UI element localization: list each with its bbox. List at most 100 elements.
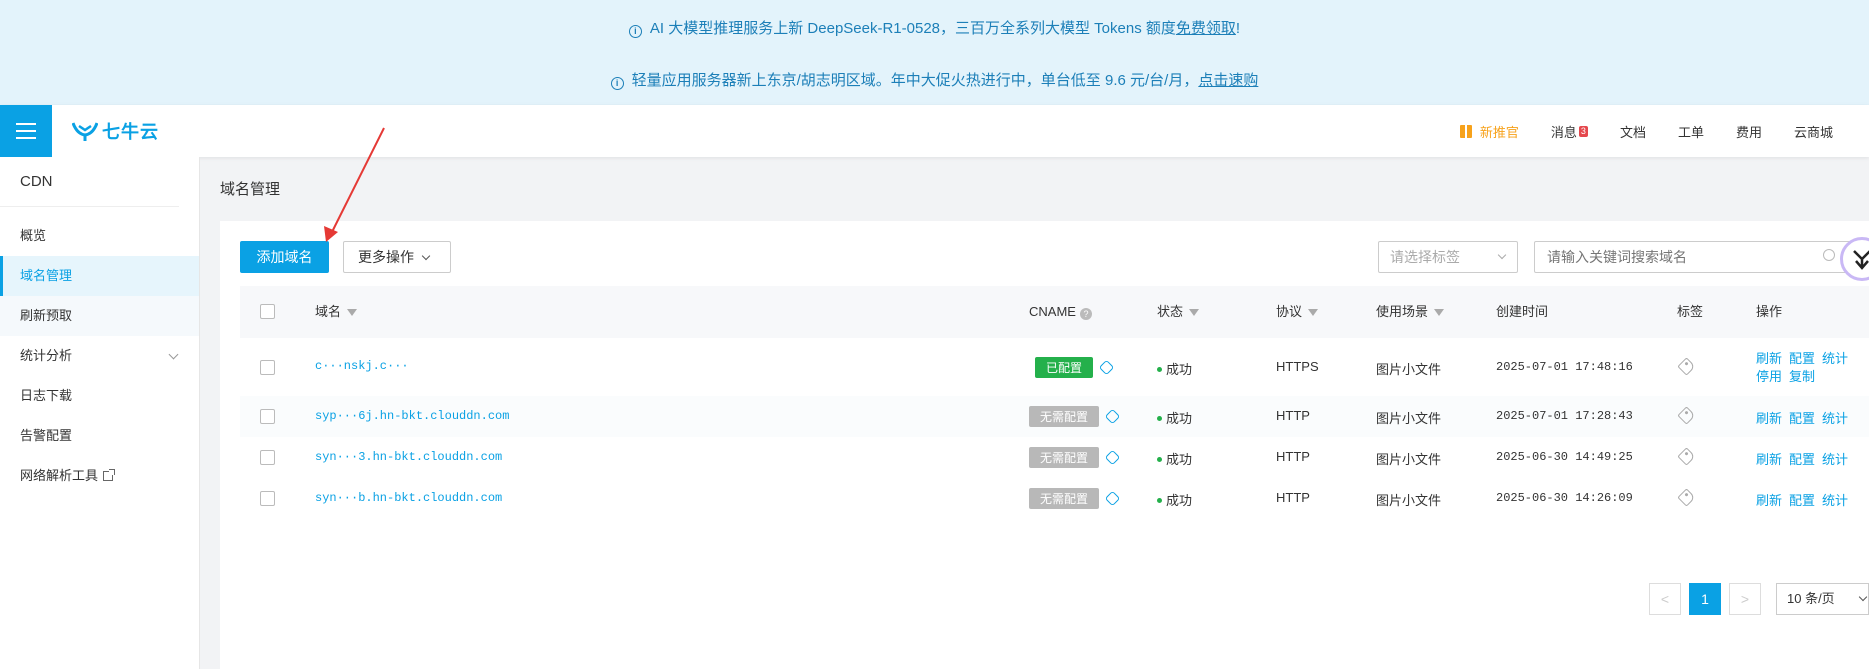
protocol-cell: HTTP: [1276, 408, 1310, 423]
filter-icon[interactable]: [1434, 309, 1445, 316]
row-checkbox[interactable]: [260, 450, 275, 465]
protocol-cell: HTTPS: [1276, 359, 1319, 374]
protocol-cell: HTTP: [1276, 490, 1310, 505]
sidebar-item-logs[interactable]: 日志下载: [0, 376, 199, 416]
nav-tickets[interactable]: 工单: [1678, 122, 1704, 141]
sidebar-item-dns-tool[interactable]: 网络解析工具: [0, 456, 199, 496]
link-icon[interactable]: [1104, 408, 1121, 425]
sidebar-item-label: 统计分析: [20, 348, 73, 363]
col-protocol-label: 协议: [1276, 304, 1303, 319]
status-text: 成功: [1166, 452, 1193, 467]
config-link[interactable]: 配置: [1789, 351, 1815, 366]
copy-link[interactable]: 复制: [1789, 369, 1815, 384]
col-tags: 标签: [1677, 286, 1703, 338]
menu-toggle-button[interactable]: [0, 105, 52, 157]
scene-cell: 图片小文件: [1376, 362, 1442, 377]
sidebar-item-refresh[interactable]: 刷新预取: [0, 296, 199, 336]
stats-link[interactable]: 统计: [1822, 351, 1848, 366]
link-icon[interactable]: [1098, 359, 1115, 376]
page-size-label: 10 条/页: [1787, 591, 1835, 606]
sidebar-item-overview[interactable]: 概览: [0, 216, 199, 256]
disable-link[interactable]: 停用: [1756, 369, 1782, 384]
cname-cell: 无需配置: [1029, 488, 1121, 509]
notice-1-suffix: !: [1235, 20, 1241, 37]
select-all-checkbox[interactable]: [260, 304, 275, 319]
add-domain-button[interactable]: 添加域名: [240, 241, 329, 273]
cname-cell: 无需配置: [1029, 406, 1121, 427]
cname-status-badge: 无需配置: [1029, 406, 1100, 427]
domain-link[interactable]: c···nskj.c···: [315, 359, 409, 373]
col-protocol: 协议: [1276, 286, 1319, 338]
tag-cell: [1677, 406, 1696, 425]
domain-link[interactable]: syn···b.hn-bkt.clouddn.com: [315, 491, 502, 505]
nav-docs-label: 文档: [1619, 124, 1646, 140]
created-cell: 2025-06-30 14:26:09: [1496, 491, 1633, 505]
sidebar-item-alerts[interactable]: 告警配置: [0, 416, 199, 456]
filter-icon[interactable]: [1308, 309, 1319, 316]
refresh-link[interactable]: 刷新: [1756, 452, 1782, 467]
tag-select[interactable]: 请选择标签: [1378, 241, 1518, 273]
sidebar-item-stats[interactable]: 统计分析: [0, 336, 199, 376]
sidebar-title: CDN: [0, 157, 179, 207]
nav-billing[interactable]: 费用: [1736, 122, 1762, 141]
search-icon[interactable]: [1823, 249, 1835, 261]
domain-link[interactable]: syn···3.hn-bkt.clouddn.com: [315, 450, 502, 464]
domain-link[interactable]: syp···6j.hn-bkt.clouddn.com: [315, 409, 509, 423]
cname-status-badge: 已配置: [1035, 357, 1094, 378]
page-1-button[interactable]: 1: [1689, 583, 1721, 615]
nav-promo[interactable]: 新推官: [1459, 122, 1519, 141]
filter-icon[interactable]: [1189, 309, 1200, 316]
refresh-link[interactable]: 刷新: [1756, 411, 1782, 426]
status-cell: 成功: [1157, 490, 1192, 509]
next-page-button[interactable]: >: [1729, 583, 1761, 615]
prev-page-button[interactable]: <: [1649, 583, 1681, 615]
nav-messages[interactable]: 消息 3: [1551, 122, 1588, 141]
tag-icon[interactable]: [1677, 406, 1696, 425]
nav-market[interactable]: 云商城: [1794, 122, 1833, 141]
refresh-link[interactable]: 刷新: [1756, 351, 1782, 366]
filter-icon[interactable]: [347, 309, 358, 316]
config-link[interactable]: 配置: [1789, 493, 1815, 508]
col-tags-label: 标签: [1677, 304, 1704, 319]
chevron-down-icon: [1858, 592, 1868, 602]
table-row: syn···3.hn-bkt.clouddn.com 无需配置 成功 HTTP …: [240, 437, 1869, 478]
help-icon[interactable]: ?: [1079, 308, 1092, 320]
top-nav: 新推官 消息 3 文档 工单 费用 云商城: [1428, 105, 1833, 157]
tag-icon[interactable]: [1677, 447, 1696, 466]
more-actions-button[interactable]: 更多操作: [343, 241, 451, 273]
table-row: c···nskj.c··· 已配置 成功 HTTPS 图片小文件 2025-07…: [240, 338, 1869, 396]
row-checkbox[interactable]: [260, 360, 275, 375]
created-cell: 2025-06-30 14:49:25: [1496, 450, 1633, 464]
sidebar-item-domains[interactable]: 域名管理: [0, 256, 199, 296]
tag-icon[interactable]: [1677, 488, 1696, 507]
row-checkbox[interactable]: [260, 409, 275, 424]
protocol-cell: HTTP: [1276, 449, 1310, 464]
link-icon[interactable]: [1104, 490, 1121, 507]
col-ops-label: 操作: [1756, 304, 1783, 319]
scene-cell: 图片小文件: [1376, 411, 1442, 426]
nav-docs[interactable]: 文档: [1620, 122, 1646, 141]
stats-link[interactable]: 统计: [1822, 411, 1848, 426]
status-text: 成功: [1166, 493, 1193, 508]
sidebar-item-label: 概览: [20, 228, 47, 243]
config-link[interactable]: 配置: [1789, 452, 1815, 467]
nav-billing-label: 费用: [1735, 124, 1762, 140]
notice-1-text: AI 大模型推理服务上新 DeepSeek-R1-0528，三百万全系列大模型 …: [649, 20, 1176, 37]
link-icon[interactable]: [1104, 449, 1121, 466]
chevron-down-icon: [421, 251, 431, 261]
refresh-link[interactable]: 刷新: [1756, 493, 1782, 508]
row-checkbox[interactable]: [260, 491, 275, 506]
logo[interactable]: 七牛云: [72, 118, 159, 144]
nav-tickets-label: 工单: [1677, 124, 1704, 140]
page-size-select[interactable]: 10 条/页: [1776, 583, 1869, 615]
more-actions-label: 更多操作: [358, 249, 414, 265]
config-link[interactable]: 配置: [1789, 411, 1815, 426]
stats-link[interactable]: 统计: [1822, 452, 1848, 467]
tag-icon[interactable]: [1677, 357, 1696, 376]
col-cname-label: CNAME: [1029, 304, 1076, 319]
notice-2-link[interactable]: 点击速购: [1198, 72, 1258, 89]
info-icon: i: [610, 77, 624, 90]
domain-search-input[interactable]: [1534, 241, 1854, 273]
stats-link[interactable]: 统计: [1822, 493, 1848, 508]
notice-1-link[interactable]: 免费领取: [1176, 20, 1236, 37]
